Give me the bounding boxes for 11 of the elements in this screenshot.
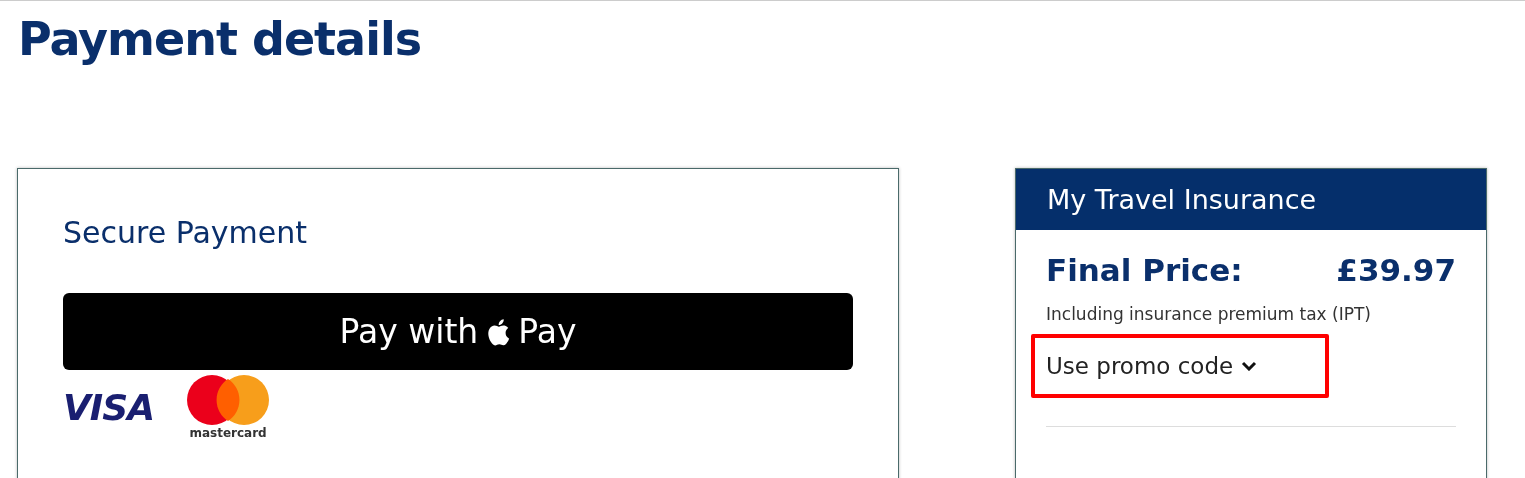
apple-icon bbox=[486, 317, 511, 346]
section-title: Secure Payment bbox=[63, 214, 308, 252]
page-title: Payment details bbox=[18, 11, 423, 68]
apple-pay-button[interactable]: Pay with Pay bbox=[63, 293, 853, 370]
promo-code-toggle[interactable]: Use promo code bbox=[1046, 353, 1258, 379]
price-label: Final Price: bbox=[1046, 251, 1243, 290]
summary-title: My Travel Insurance bbox=[1047, 184, 1317, 215]
mastercard-logo: mastercard bbox=[186, 374, 271, 440]
visa-logo: VISA bbox=[63, 386, 155, 428]
tax-note: Including insurance premium tax (IPT) bbox=[1046, 304, 1372, 324]
price-value: £39.97 bbox=[1336, 251, 1456, 290]
